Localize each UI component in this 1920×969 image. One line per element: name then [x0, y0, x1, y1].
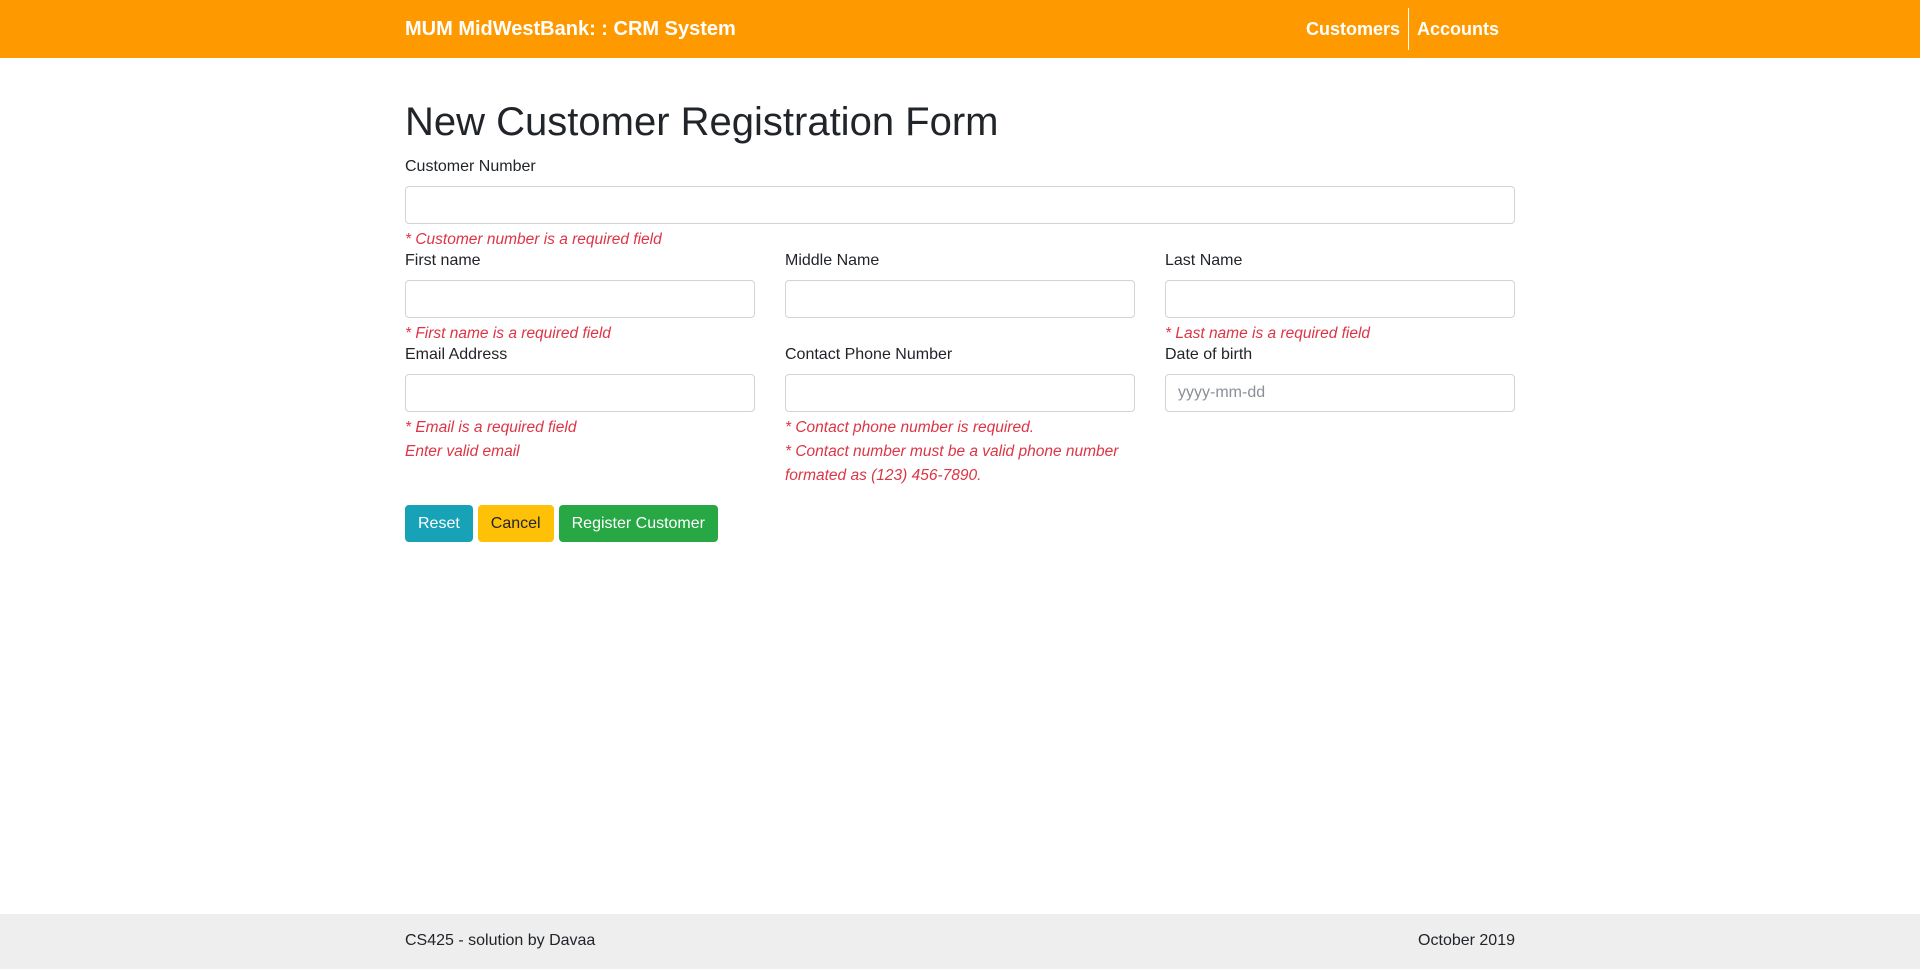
phone-format-error: * Contact number must be a valid phone n… [785, 443, 1119, 484]
phone-errors: * Contact phone number is required. * Co… [785, 416, 1135, 488]
last-name-errors: * Last name is a required field [1165, 322, 1515, 346]
form-buttons: Reset Cancel Register Customer [405, 505, 723, 542]
first-name-group: First name * First name is a required fi… [405, 252, 755, 342]
email-group: Email Address * Email is a required fiel… [405, 346, 755, 460]
brand-link[interactable]: MUM MidWestBank: : CRM System [405, 18, 736, 41]
last-name-group: Last Name * Last name is a required fiel… [1165, 252, 1515, 342]
phone-label: Contact Phone Number [785, 346, 953, 363]
customer-number-group: Customer Number * Customer number is a r… [405, 158, 1515, 248]
email-label: Email Address [405, 346, 508, 363]
phone-input[interactable] [785, 374, 1135, 412]
footer: CS425 - solution by Davaa October 2019 [0, 914, 1920, 969]
footer-credit: CS425 - solution by Davaa [405, 932, 596, 949]
dob-input[interactable] [1165, 374, 1515, 412]
customer-number-input[interactable] [405, 186, 1515, 224]
first-name-input[interactable] [405, 280, 755, 318]
last-name-label: Last Name [1165, 252, 1243, 269]
nav-customers-link[interactable]: Customers [1298, 8, 1409, 50]
nav-links: Customers Accounts [1298, 8, 1507, 50]
middle-name-input[interactable] [785, 280, 1135, 318]
register-customer-button[interactable]: Register Customer [558, 505, 718, 542]
middle-name-label: Middle Name [785, 252, 880, 269]
last-name-input[interactable] [1165, 280, 1515, 318]
reset-button[interactable]: Reset [405, 505, 473, 542]
email-errors: * Email is a required field Enter valid … [405, 416, 755, 464]
phone-required-error: * Contact phone number is required. [785, 419, 1035, 436]
dob-group: Date of birth [1165, 346, 1515, 412]
top-navbar: MUM MidWestBank: : CRM System Customers … [0, 0, 1920, 58]
last-name-error: * Last name is a required field [1165, 325, 1371, 342]
email-required-error: * Email is a required field [405, 419, 577, 436]
first-name-label: First name [405, 252, 481, 269]
nav-accounts-link[interactable]: Accounts [1409, 8, 1507, 50]
page-title: New Customer Registration Form [405, 100, 999, 144]
middle-name-group: Middle Name [785, 252, 1135, 318]
dob-label: Date of birth [1165, 346, 1253, 363]
cancel-button[interactable]: Cancel [477, 505, 554, 542]
phone-group: Contact Phone Number * Contact phone num… [785, 346, 1135, 484]
customer-number-label: Customer Number [405, 158, 536, 175]
footer-date: October 2019 [1418, 932, 1515, 949]
first-name-errors: * First name is a required field [405, 322, 755, 346]
email-input[interactable] [405, 374, 755, 412]
email-valid-error: Enter valid email [405, 443, 520, 460]
customer-number-errors: * Customer number is a required field [405, 228, 1515, 252]
customer-number-error: * Customer number is a required field [405, 231, 662, 248]
first-name-error: * First name is a required field [405, 325, 611, 342]
